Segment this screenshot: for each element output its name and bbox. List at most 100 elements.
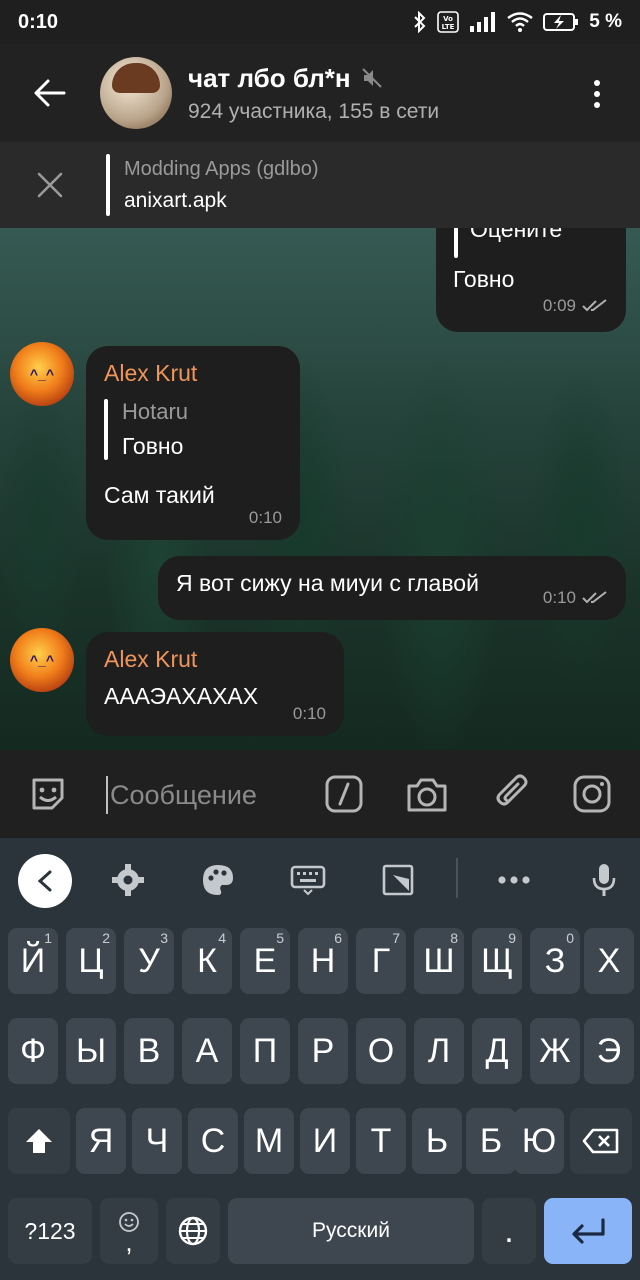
key[interactable]: Ф [8,1018,58,1084]
volte-icon: Vo LTE [437,11,460,33]
sticker-button[interactable] [26,772,70,816]
key[interactable]: М [244,1108,294,1174]
arrow-left-icon [34,79,66,107]
pinned-body: anixart.apk [124,188,227,212]
key[interactable]: О [356,1018,406,1084]
key[interactable]: Щ9 [472,928,522,994]
key[interactable]: Ч [132,1108,182,1174]
key[interactable]: В [124,1018,174,1084]
pinned-message[interactable]: Modding Apps (gdlbo) anixart.apk [0,142,640,228]
key[interactable]: У3 [124,928,174,994]
symbols-key[interactable]: ?123 [8,1198,92,1264]
palette-icon [203,865,233,895]
key[interactable]: Б [466,1108,516,1174]
message-placeholder: Сообщение [110,779,257,810]
reply-text: Говно [122,433,184,459]
close-pinned-button[interactable] [0,142,100,228]
key[interactable]: Ь [412,1108,462,1174]
key[interactable]: Н6 [298,928,348,994]
outgoing-message[interactable]: Оцените Говно 0:09 [436,228,626,332]
chat-title: чат лбо бл*н [188,62,351,93]
voice-input-button[interactable] [582,858,626,902]
key[interactable]: Э [584,1018,634,1084]
key[interactable]: Г7 [356,928,406,994]
keyboard-back-button[interactable] [18,854,72,908]
language-key[interactable] [166,1198,220,1264]
wifi-icon [507,12,533,32]
key[interactable]: Е5 [240,928,290,994]
keyboard-layout-button[interactable] [286,858,330,902]
message-time: 0:10 [292,704,326,723]
sender-avatar[interactable]: ^_^ [10,342,74,406]
chat-info[interactable]: чат лбо бл*н 924 участника, 155 в сети [188,63,439,124]
globe-icon [178,1216,208,1246]
period-key[interactable]: . [482,1198,536,1264]
keyboard-theme-button[interactable] [196,858,240,902]
key[interactable]: Ю [514,1108,564,1174]
outgoing-message[interactable]: Я вот сижу на миуи с главой 0:10 [158,556,626,620]
camera-button[interactable] [405,772,449,816]
key[interactable]: Ж [530,1018,580,1084]
key[interactable]: Т [356,1108,406,1174]
message-time: 0:10 [542,588,576,607]
enter-arrow-icon [572,1218,605,1244]
sender-name[interactable]: Alex Krut [104,646,326,673]
reply-bar [454,228,458,258]
key[interactable]: Ц2 [66,928,116,994]
backspace-key[interactable] [570,1108,632,1174]
key[interactable]: Л [414,1018,464,1084]
commands-button[interactable] [322,772,366,816]
key[interactable]: Р [298,1018,348,1084]
shift-key[interactable] [8,1108,70,1174]
key[interactable]: С [188,1108,238,1174]
pinned-bar [106,154,110,216]
chevron-left-icon [37,870,52,892]
battery-charging-icon [543,12,579,32]
sender-name[interactable]: Alex Krut [104,360,282,387]
group-avatar[interactable] [100,57,172,129]
attach-button[interactable] [490,772,534,816]
sender-avatar[interactable]: ^_^ [10,628,74,692]
key[interactable]: П [240,1018,290,1084]
reply-name: Hotaru [122,399,189,424]
chat-header: чат лбо бл*н 924 участника, 155 в сети [0,44,640,142]
reply-quote[interactable]: Hotaru Говно [104,399,282,460]
space-key[interactable]: Русский [228,1198,474,1264]
key[interactable]: Д [472,1018,522,1084]
key[interactable]: И [300,1108,350,1174]
key[interactable]: З0 [530,928,580,994]
enter-key[interactable] [544,1198,632,1264]
incoming-message[interactable]: Alex Krut АААЭАХАХАХ 0:10 [86,632,344,736]
muted-icon [361,68,382,88]
key[interactable]: Х [584,928,634,994]
keyboard-more-button[interactable] [492,858,536,902]
instagram-icon [573,775,611,813]
gear-icon [112,864,144,896]
back-button[interactable] [0,44,100,142]
shift-arrow-icon [26,1129,52,1153]
key[interactable]: Й1 [8,928,58,994]
chat-members-count: 924 участника, 155 в сети [188,99,440,123]
microphone-icon [592,864,616,896]
chat-area[interactable]: Оцените Говно 0:09 ^_^ Alex Krut Hotaru … [0,228,640,750]
more-options-button[interactable] [582,74,612,114]
message-text: Сам такий [104,482,215,508]
key[interactable]: Ш8 [414,928,464,994]
keyboard-settings-button[interactable] [106,858,150,902]
emoji-comma-key[interactable]: , [100,1198,158,1264]
key[interactable]: Ы [66,1018,116,1084]
keyboard-toolbar [0,838,640,922]
key[interactable]: Я [76,1108,126,1174]
message-composer: Сообщение [0,750,640,838]
incoming-message[interactable]: Alex Krut Hotaru Говно Сам такий 0:10 [86,346,300,540]
message-text: Говно [453,266,515,292]
key[interactable]: К4 [182,928,232,994]
message-input[interactable]: Сообщение [106,774,306,816]
key[interactable]: А [182,1018,232,1084]
message-time: 0:10 [248,508,282,527]
svg-text:Vo: Vo [443,15,453,23]
double-check-icon [582,591,607,604]
keyboard-resize-button[interactable] [376,858,420,902]
paperclip-icon [496,774,528,806]
instagram-button[interactable] [570,772,614,816]
